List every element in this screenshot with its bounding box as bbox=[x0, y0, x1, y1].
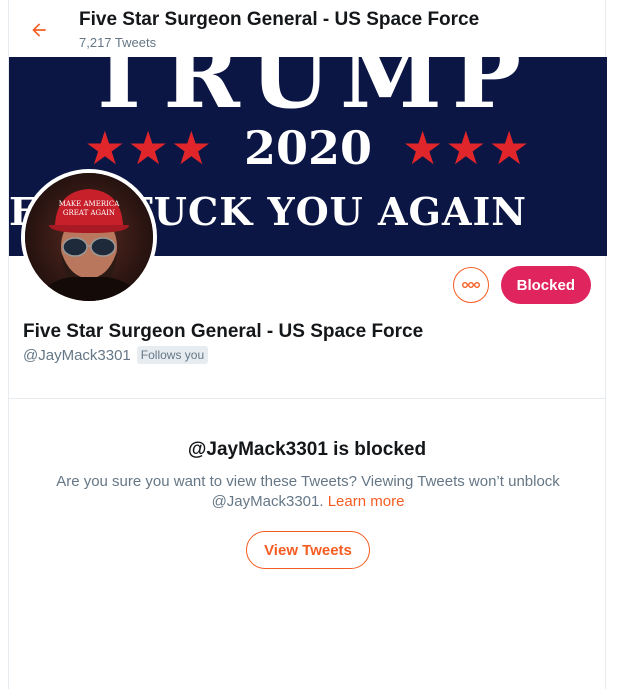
header-title: Five Star Surgeon General - US Space For… bbox=[79, 9, 480, 30]
arrow-left-icon bbox=[32, 23, 46, 37]
back-button[interactable] bbox=[23, 14, 55, 46]
profile-actions: Blocked bbox=[452, 266, 591, 304]
profile-handle: @JayMack3301 bbox=[23, 346, 131, 364]
more-button[interactable] bbox=[452, 267, 489, 303]
blocked-message: Are you sure you want to view these Twee… bbox=[39, 472, 577, 512]
handle-row: @JayMack3301 Follows you bbox=[23, 346, 209, 364]
avatar[interactable]: MAKE AMERICA GREAT AGAIN bbox=[21, 169, 157, 305]
svg-text:GREAT AGAIN: GREAT AGAIN bbox=[63, 209, 115, 217]
learn-more-link[interactable]: Learn more bbox=[328, 493, 405, 510]
banner-year: 2020 bbox=[243, 121, 373, 175]
banner-headline: TRUMP bbox=[84, 57, 532, 129]
follows-you-badge: Follows you bbox=[136, 346, 209, 364]
stars-left: ★★★ bbox=[84, 122, 214, 174]
view-tweets-button[interactable]: View Tweets bbox=[246, 531, 370, 569]
profile-header: Five Star Surgeon General - US Space For… bbox=[9, 0, 605, 57]
profile-column: Five Star Surgeon General - US Space For… bbox=[8, 0, 607, 689]
blocked-button[interactable]: Blocked bbox=[500, 266, 591, 304]
banner-stars-row: ★★★ 2020 ★★★ bbox=[9, 121, 607, 175]
avatar-image: MAKE AMERICA GREAT AGAIN bbox=[25, 173, 153, 301]
more-horizontal-icon bbox=[461, 282, 480, 288]
tweet-count: 7,217 Tweets bbox=[79, 35, 157, 50]
hat-text: MAKE AMERICA bbox=[59, 200, 121, 208]
blocked-message-text: Are you sure you want to view these Twee… bbox=[56, 473, 560, 510]
profile-name: Five Star Surgeon General - US Space For… bbox=[23, 321, 424, 342]
blocked-title: @JayMack3301 is blocked bbox=[187, 439, 427, 460]
divider bbox=[9, 398, 605, 399]
stars-right: ★★★ bbox=[402, 122, 532, 174]
